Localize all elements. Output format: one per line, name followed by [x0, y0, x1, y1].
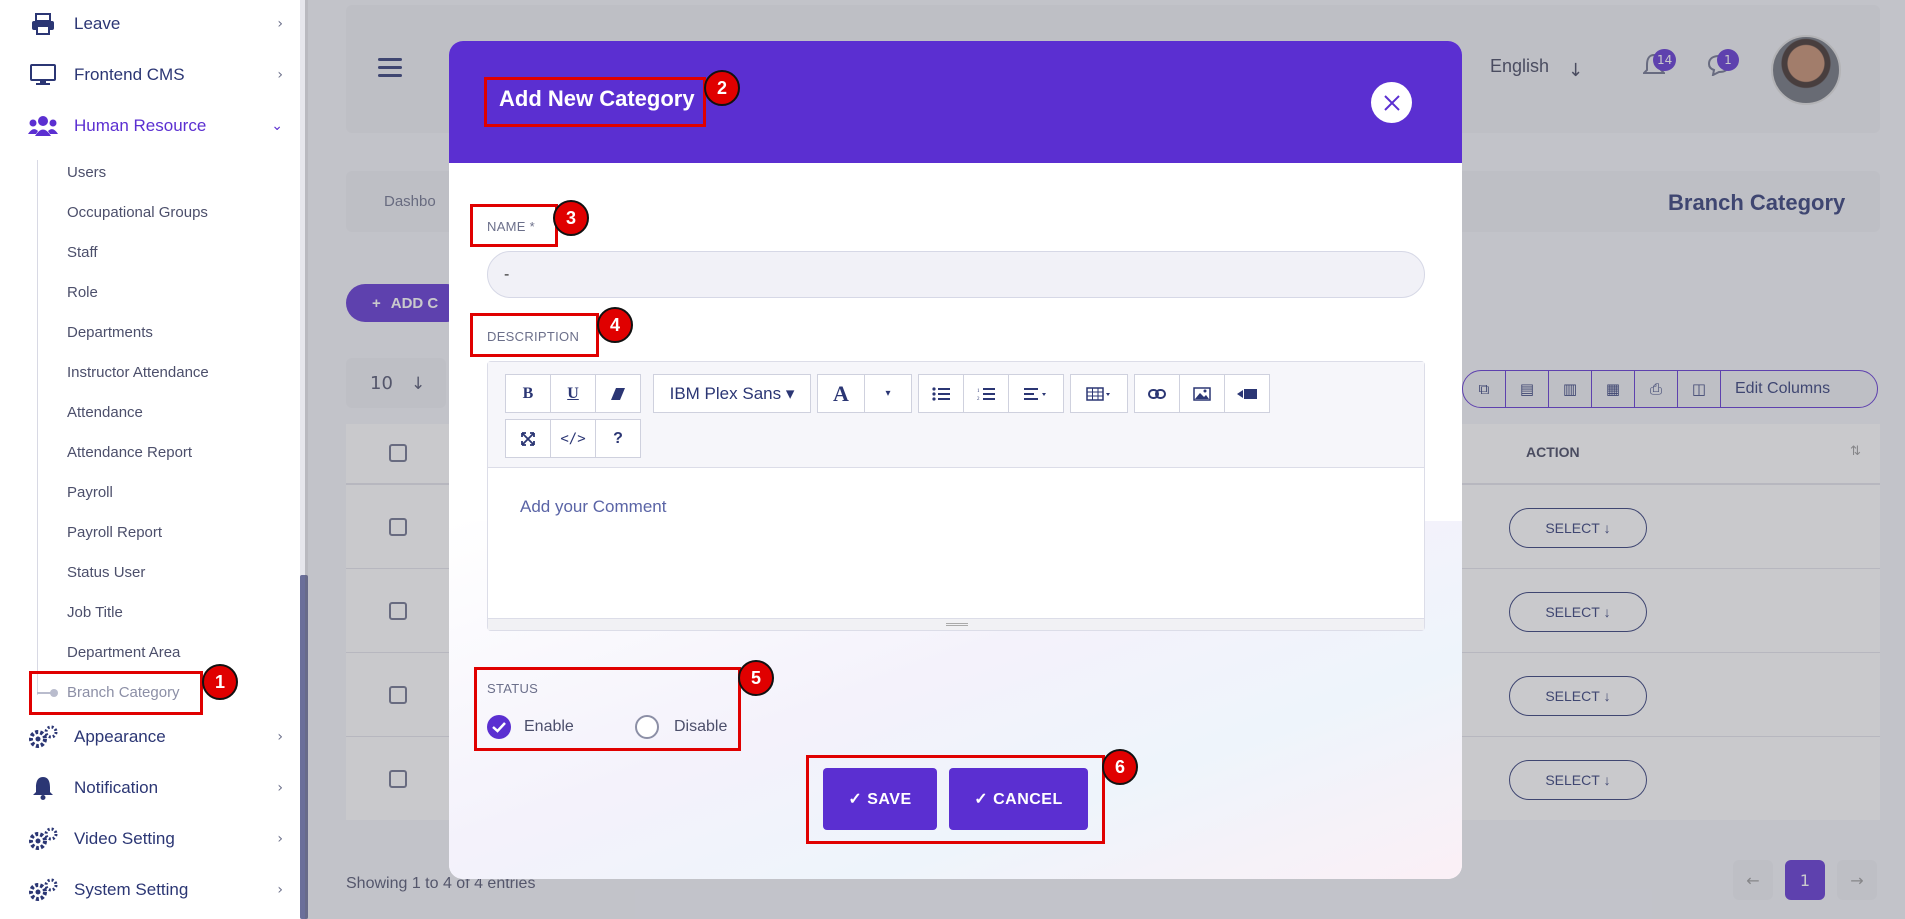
sidebar-item-leave[interactable]: Leave ›	[28, 7, 283, 41]
unordered-list-icon[interactable]	[918, 374, 964, 413]
close-icon[interactable]	[1371, 82, 1412, 123]
eraser-icon[interactable]	[595, 374, 641, 413]
annotation-marker: 6	[1102, 749, 1138, 785]
annotation-marker: 1	[202, 664, 238, 700]
sidebar-item-label: Appearance	[74, 727, 166, 746]
bell-icon	[28, 775, 58, 801]
svg-text:1: 1	[977, 389, 980, 394]
code-view-icon[interactable]: </>	[550, 419, 596, 458]
table-icon[interactable]	[1070, 374, 1128, 413]
chevron-right-icon: ›	[277, 882, 283, 898]
bold-icon[interactable]: B	[505, 374, 551, 413]
annotation-box	[29, 671, 203, 715]
sidebar-subitem-departments[interactable]: Departments	[67, 323, 153, 343]
annotation-box	[470, 313, 599, 357]
annotation-box	[484, 77, 706, 127]
text-color-icon[interactable]: A	[817, 374, 865, 413]
ordered-list-icon[interactable]: 12	[963, 374, 1009, 413]
sidebar-subitem-instructor-attendance[interactable]: Instructor Attendance	[67, 363, 209, 383]
sidebar-subitem-payroll-report[interactable]: Payroll Report	[67, 523, 162, 543]
monitor-icon	[28, 62, 58, 88]
font-family-select[interactable]: IBM Plex Sans ▾	[653, 374, 811, 413]
name-input[interactable]: -	[487, 251, 1425, 298]
editor-toolbar: B U IBM Plex Sans ▾ A ▾ 12 </> ?	[488, 362, 1424, 468]
sidebar-subitem-staff[interactable]: Staff	[67, 243, 98, 263]
sidebar-item-system-setting[interactable]: System Setting ›	[28, 873, 283, 907]
annotation-marker: 5	[738, 660, 774, 696]
gears-icon	[28, 826, 58, 852]
sidebar: Leave › Frontend CMS › Human Resource ⌄ …	[0, 0, 305, 919]
image-icon[interactable]	[1179, 374, 1225, 413]
color-dropdown-icon[interactable]: ▾	[864, 374, 912, 413]
editor-placeholder[interactable]: Add your Comment	[520, 497, 666, 517]
sidebar-subitem-attendance-report[interactable]: Attendance Report	[67, 443, 192, 463]
annotation-marker: 3	[553, 200, 589, 236]
sidebar-item-label: System Setting	[74, 880, 189, 899]
chevron-right-icon: ›	[277, 729, 283, 745]
sidebar-item-label: Notification	[74, 778, 159, 797]
users-icon	[28, 113, 58, 139]
chevron-right-icon: ›	[277, 16, 283, 32]
fullscreen-icon[interactable]	[505, 419, 551, 458]
sidebar-subitem-occupational-groups[interactable]: Occupational Groups	[67, 203, 208, 223]
underline-icon[interactable]: U	[550, 374, 596, 413]
link-icon[interactable]	[1134, 374, 1180, 413]
printer-icon	[28, 11, 58, 37]
chevron-right-icon: ›	[277, 780, 283, 796]
annotation-box	[470, 204, 558, 247]
font-family-value: IBM Plex Sans	[669, 383, 782, 403]
sidebar-item-label: Human Resource	[74, 116, 207, 135]
sidebar-item-human-resource[interactable]: Human Resource ⌄	[28, 109, 283, 143]
rich-text-editor: B U IBM Plex Sans ▾ A ▾ 12 </> ? Add you…	[487, 361, 1425, 631]
annotation-marker: 2	[704, 70, 740, 106]
video-icon[interactable]	[1224, 374, 1270, 413]
sidebar-subitem-attendance[interactable]: Attendance	[67, 403, 143, 423]
annotation-marker: 4	[597, 307, 633, 343]
sidebar-subitem-job-title[interactable]: Job Title	[67, 603, 123, 623]
submenu-line	[37, 160, 38, 695]
sidebar-subitem-payroll[interactable]: Payroll	[67, 483, 113, 503]
help-icon[interactable]: ?	[595, 419, 641, 458]
chevron-down-icon: ⌄	[271, 118, 283, 134]
sidebar-item-label: Video Setting	[74, 829, 175, 848]
editor-resize-handle[interactable]	[488, 618, 1424, 630]
svg-text:2: 2	[977, 397, 980, 401]
sidebar-item-label: Leave	[74, 14, 121, 33]
sidebar-subitem-status-user[interactable]: Status User	[67, 563, 145, 583]
sidebar-subitem-department-area[interactable]: Department Area	[67, 643, 180, 663]
sidebar-item-appearance[interactable]: Appearance ›	[28, 720, 283, 754]
align-icon[interactable]	[1008, 374, 1064, 413]
sidebar-item-notification[interactable]: Notification ›	[28, 771, 283, 805]
sidebar-item-frontend-cms[interactable]: Frontend CMS ›	[28, 58, 283, 92]
sidebar-item-label: Frontend CMS	[74, 65, 185, 84]
chevron-right-icon: ›	[277, 831, 283, 847]
sidebar-subitem-role[interactable]: Role	[67, 283, 98, 303]
chevron-right-icon: ›	[277, 67, 283, 83]
sidebar-subitem-users[interactable]: Users	[67, 163, 106, 183]
annotation-box	[474, 667, 741, 751]
annotation-box	[806, 755, 1105, 844]
add-category-modal: Add New Category NAME * - DESCRIPTION B …	[449, 41, 1462, 879]
sidebar-item-video-setting[interactable]: Video Setting ›	[28, 822, 283, 856]
gears-icon	[28, 877, 58, 903]
gears-icon	[28, 724, 58, 750]
